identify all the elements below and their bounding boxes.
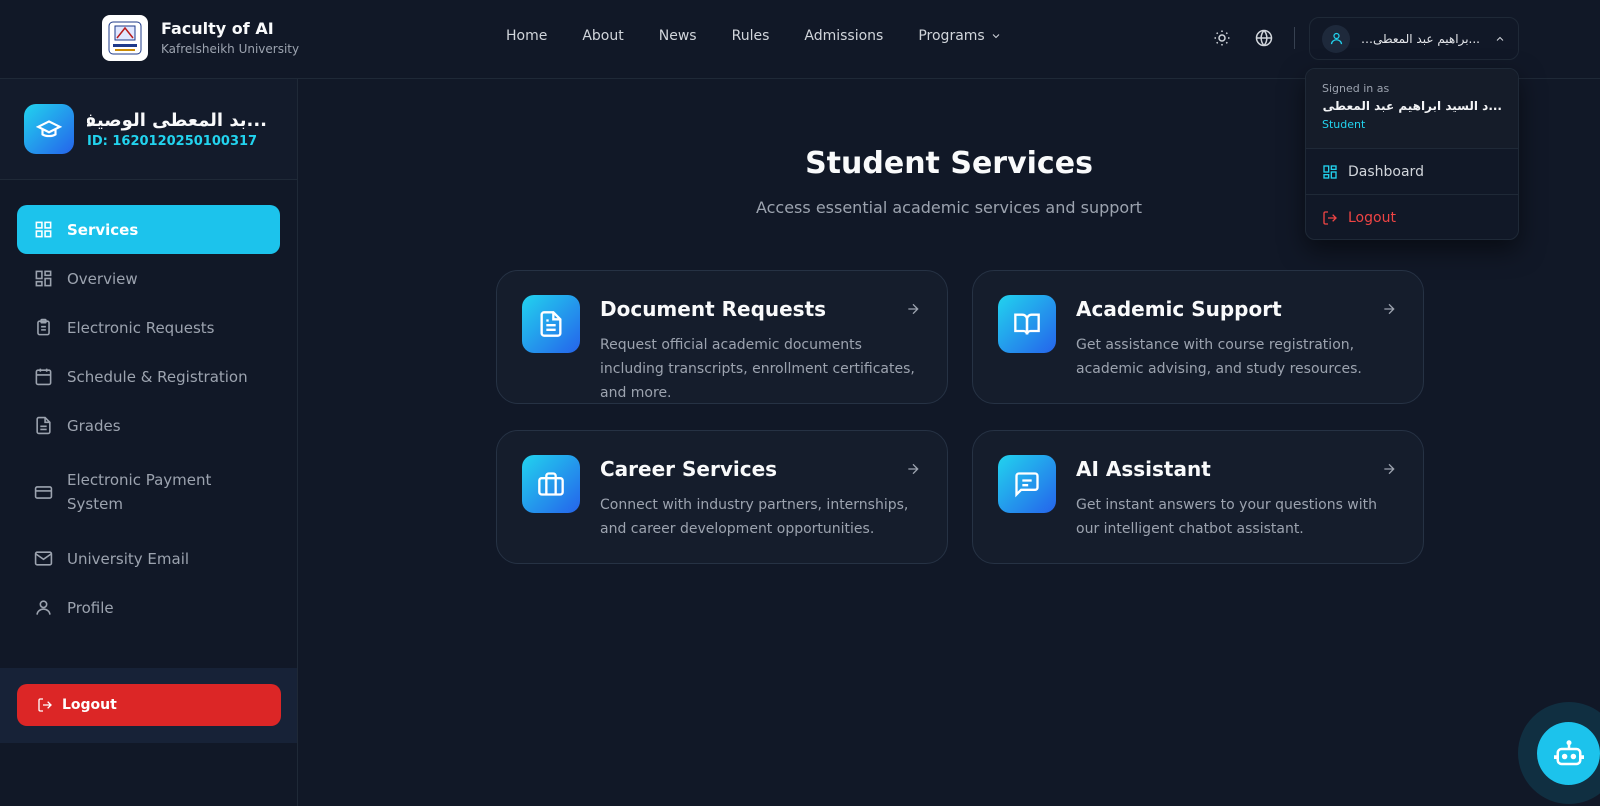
sidebar-item-label: Electronic Payment System (67, 471, 212, 513)
signed-in-name: ...د السيد ابراهيم عبد المعطى الوصيف (1322, 99, 1502, 113)
sidebar-item-label: Electronic Requests (67, 318, 215, 337)
mail-icon (34, 551, 53, 566)
divider (1294, 27, 1295, 49)
sidebar-nav: Services Overview Electronic Requests Sc… (0, 180, 297, 632)
theme-toggle-button[interactable] (1211, 27, 1233, 49)
sidebar-item-label: University Email (67, 549, 190, 568)
sidebar-item-profile[interactable]: Profile (17, 583, 280, 632)
sidebar-item-label: Services (67, 220, 139, 239)
sidebar-item-grades[interactable]: Grades (17, 401, 280, 450)
card-icon-wrap (522, 295, 580, 353)
university-logo (102, 15, 148, 61)
user-icon (36, 600, 51, 615)
nav-admissions[interactable]: Admissions (804, 28, 883, 44)
user-icon (1330, 32, 1342, 45)
main-nav: Home About News Rules Admissions Program… (506, 28, 1037, 44)
nav-home[interactable]: Home (506, 28, 547, 44)
language-button[interactable] (1253, 27, 1275, 49)
calendar-icon (35, 368, 52, 386)
card-title: Academic Support (1076, 297, 1282, 321)
book-open-icon (1014, 313, 1040, 335)
card-title: Career Services (600, 457, 778, 481)
sidebar-footer: Logout (0, 668, 297, 743)
card-title: Document Requests (600, 297, 827, 321)
nav-programs[interactable]: Programs (918, 28, 1001, 44)
sidebar-profile: ...بد المعطى الوصيف ID: 1620120250100317 (0, 79, 297, 180)
logout-button-label: Logout (62, 697, 117, 713)
grid-icon (35, 221, 52, 238)
card-description: Connect with industry partners, internsh… (600, 497, 909, 537)
arrow-right-icon (1384, 463, 1395, 475)
credit-card-icon (34, 485, 53, 499)
brand[interactable]: Faculty of AI Kafrelsheikh University (102, 15, 299, 61)
user-menu-button[interactable]: ...براهيم عبد المعطى الوصيف (1309, 17, 1519, 60)
document-icon (36, 416, 51, 435)
card-icon-wrap (522, 455, 580, 513)
chatbot-button[interactable] (1537, 722, 1600, 785)
sidebar-item-overview[interactable]: Overview (17, 254, 280, 303)
brand-title: Faculty of AI (161, 19, 274, 38)
arrow-right-icon (1384, 303, 1395, 315)
sidebar: ...بد المعطى الوصيف ID: 1620120250100317… (0, 79, 298, 806)
bot-icon (1553, 739, 1584, 765)
graduation-cap-icon (36, 120, 62, 138)
sun-icon (1214, 30, 1230, 46)
card-title: AI Assistant (1076, 457, 1211, 481)
sidebar-student-name: ...بد المعطى الوصيف (87, 109, 267, 131)
sidebar-item-label: Grades (67, 416, 121, 435)
avatar (1322, 24, 1350, 53)
card-academic-support[interactable]: Academic Support Get assistance with cou… (972, 270, 1424, 404)
signed-in-label: Signed in as (1322, 82, 1390, 95)
sidebar-item-university-email[interactable]: University Email (17, 534, 280, 583)
sidebar-item-electronic-requests[interactable]: Electronic Requests (17, 303, 280, 352)
sidebar-item-label: Schedule & Registration (67, 367, 248, 386)
briefcase-icon (538, 472, 564, 496)
nav-about[interactable]: About (582, 28, 623, 44)
sidebar-item-services[interactable]: Services (17, 205, 280, 254)
graduation-cap-avatar (24, 104, 74, 154)
document-icon (540, 311, 562, 337)
layout-icon (35, 270, 52, 287)
clipboard-icon (37, 318, 50, 336)
card-description: Get instant answers to your questions wi… (1076, 497, 1378, 537)
sidebar-item-label: Overview (67, 269, 138, 288)
sidebar-item-electronic-payment[interactable]: Electronic Payment System (17, 456, 280, 528)
sidebar-item-label: Profile (67, 598, 114, 617)
chevron-down-icon (992, 34, 1000, 39)
brand-subtitle: Kafrelsheikh University (161, 42, 300, 56)
nav-news[interactable]: News (659, 28, 697, 44)
arrow-right-icon (908, 463, 919, 475)
user-name: ...براهيم عبد المعطى الوصيف (1360, 31, 1480, 46)
user-role: Student (1322, 118, 1366, 131)
message-square-icon (1015, 472, 1039, 498)
card-description: Get assistance with course registration,… (1076, 337, 1362, 377)
arrow-right-icon (908, 303, 919, 315)
chevron-up-icon (1496, 36, 1504, 41)
logout-button[interactable]: Logout (17, 684, 281, 726)
page-title: Student Services (805, 146, 1093, 181)
globe-icon (1255, 29, 1273, 47)
card-description: Request official academic documents incl… (600, 337, 915, 401)
sidebar-item-schedule-registration[interactable]: Schedule & Registration (17, 352, 280, 401)
dropdown-header: Signed in as ...د السيد ابراهيم عبد المع… (1306, 69, 1518, 149)
nav-programs-label: Programs (918, 28, 985, 44)
card-icon-wrap (998, 455, 1056, 513)
page-subtitle: Access essential academic services and s… (755, 198, 1143, 217)
nav-rules[interactable]: Rules (732, 28, 770, 44)
sidebar-student-id: ID: 1620120250100317 (87, 133, 258, 149)
logout-icon (38, 698, 52, 712)
card-career-services[interactable]: Career Services Connect with industry pa… (496, 430, 948, 564)
card-ai-assistant[interactable]: AI Assistant Get instant answers to your… (972, 430, 1424, 564)
card-icon-wrap (998, 295, 1056, 353)
card-document-requests[interactable]: Document Requests Request official acade… (496, 270, 948, 404)
